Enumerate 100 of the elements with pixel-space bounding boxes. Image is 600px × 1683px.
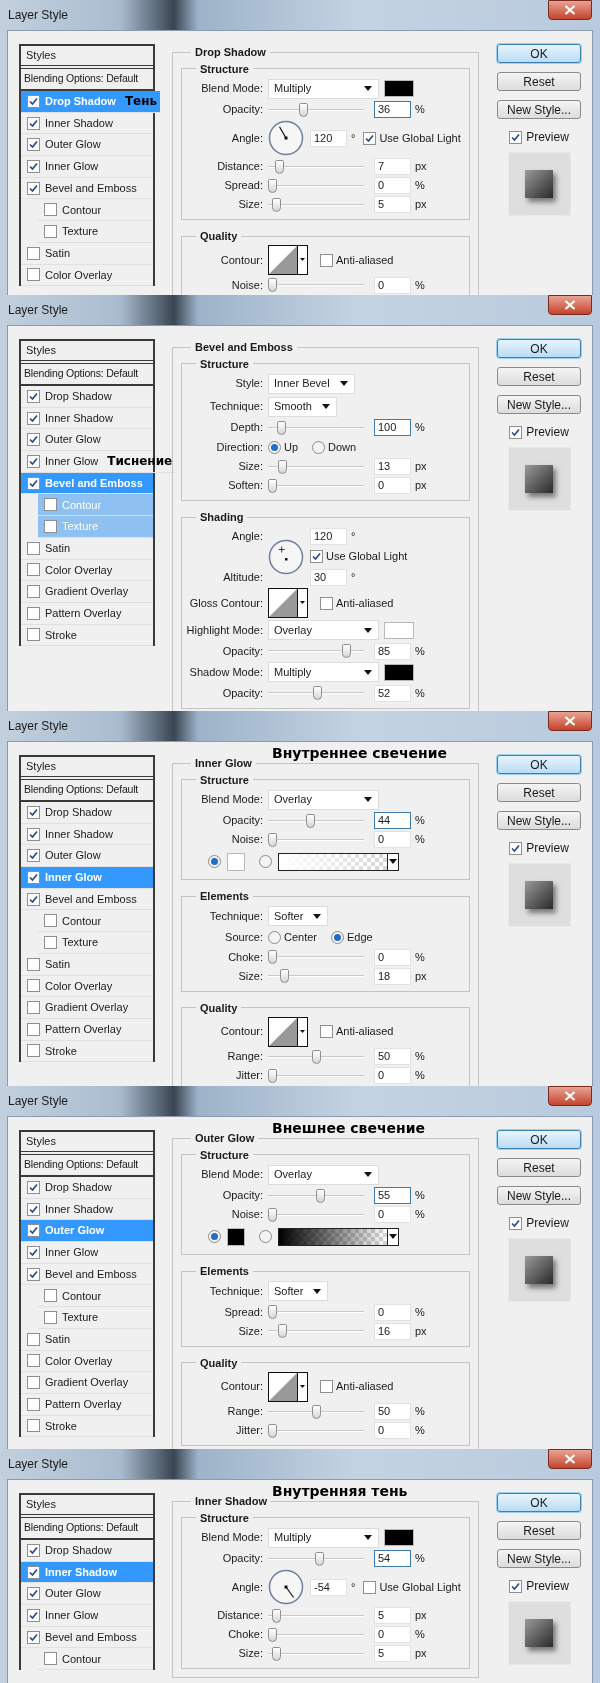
- contour-picker[interactable]: [268, 588, 308, 618]
- checkbox[interactable]: [27, 389, 40, 403]
- list-item[interactable]: Inner Shadow: [21, 407, 153, 430]
- dropdown[interactable]: Multiply: [268, 78, 379, 99]
- number-field[interactable]: 50: [374, 1403, 411, 1420]
- list-item[interactable]: Gradient Overlay: [21, 997, 153, 1019]
- angle-dial[interactable]: [268, 120, 304, 156]
- dropdown[interactable]: Overlay: [268, 1164, 379, 1185]
- list-item[interactable]: Outer Glow: [21, 1583, 153, 1606]
- dropdown[interactable]: Overlay: [268, 789, 379, 810]
- slider-thumb[interactable]: [341, 644, 351, 658]
- list-item[interactable]: Drop Shadow: [21, 1177, 153, 1199]
- slider-thumb[interactable]: [272, 1646, 282, 1661]
- slider[interactable]: [268, 813, 364, 828]
- slider[interactable]: [268, 1423, 364, 1438]
- checkbox[interactable]: [27, 1001, 40, 1015]
- slider-thumb[interactable]: [306, 813, 316, 828]
- dropdown[interactable]: Smooth: [268, 396, 337, 417]
- number-field[interactable]: 5: [374, 1645, 411, 1662]
- number-field[interactable]: 13: [374, 458, 411, 475]
- dialog-button[interactable]: OK: [497, 339, 581, 358]
- dropdown[interactable]: Inner Bevel: [268, 373, 355, 394]
- list-item[interactable]: Drop Shadow: [21, 386, 153, 408]
- checkbox[interactable]: [27, 1376, 40, 1390]
- checkbox[interactable]: [27, 1332, 40, 1346]
- checkbox[interactable]: [27, 1630, 40, 1644]
- list-item[interactable]: Texture: [38, 1307, 153, 1329]
- slider[interactable]: [268, 1188, 364, 1203]
- list-item[interactable]: Drop Shadow Тень: [21, 91, 161, 113]
- number-field[interactable]: 100: [374, 419, 411, 436]
- checkbox[interactable]: [27, 1543, 40, 1557]
- dialog-button[interactable]: New Style...: [497, 395, 581, 414]
- list-item[interactable]: Bevel and Emboss: [21, 177, 153, 200]
- checkbox[interactable]: [27, 1245, 40, 1259]
- checkbox[interactable]: [44, 224, 57, 238]
- close-button[interactable]: [548, 295, 592, 315]
- list-item[interactable]: Contour: [38, 1285, 153, 1308]
- checkbox[interactable]: [27, 870, 40, 884]
- checkbox[interactable]: [27, 454, 40, 468]
- radio-button[interactable]: [208, 1230, 221, 1243]
- radio-button[interactable]: [268, 931, 281, 944]
- dialog-button[interactable]: New Style...: [497, 811, 581, 830]
- dialog-button[interactable]: Reset: [497, 783, 581, 802]
- color-swatch[interactable]: [227, 852, 245, 871]
- slider[interactable]: [268, 102, 364, 117]
- slider-thumb[interactable]: [314, 1551, 324, 1566]
- angle-dial[interactable]: [268, 1569, 304, 1605]
- checkbox[interactable]: [27, 116, 40, 130]
- radio-button[interactable]: [259, 855, 272, 868]
- slider[interactable]: [268, 1049, 364, 1064]
- list-item[interactable]: Inner Glow: [21, 1605, 153, 1627]
- checkbox[interactable]: [27, 159, 40, 173]
- dropdown[interactable]: Softer: [268, 906, 329, 926]
- dialog-button[interactable]: Reset: [497, 1521, 581, 1540]
- number-field[interactable]: 50: [374, 1048, 411, 1065]
- list-item[interactable]: Satin: [21, 953, 153, 976]
- dropdown[interactable]: Softer: [268, 1281, 329, 1301]
- checkbox[interactable]: [27, 94, 40, 108]
- checkbox[interactable]: [27, 1267, 40, 1281]
- slider[interactable]: [268, 832, 364, 847]
- radio-button[interactable]: [208, 855, 221, 868]
- slider-thumb[interactable]: [268, 278, 277, 292]
- slider-thumb[interactable]: [268, 178, 277, 193]
- checkbox[interactable]: [44, 1289, 57, 1303]
- checkbox[interactable]: [27, 1202, 40, 1216]
- list-item[interactable]: Pattern Overlay: [21, 1393, 153, 1416]
- slider-thumb[interactable]: [268, 1068, 277, 1083]
- number-field[interactable]: 54: [374, 1550, 411, 1567]
- close-button[interactable]: [548, 0, 592, 20]
- list-item[interactable]: Inner Shadow: [21, 823, 153, 846]
- number-field[interactable]: 0: [374, 276, 411, 294]
- checkbox[interactable]: [27, 979, 40, 993]
- checkbox[interactable]: [27, 585, 40, 599]
- slider-thumb[interactable]: [278, 459, 288, 474]
- checkbox[interactable]: [27, 1565, 40, 1579]
- slider-thumb[interactable]: [268, 1305, 277, 1319]
- slider[interactable]: [268, 950, 364, 964]
- slider[interactable]: [268, 1404, 364, 1419]
- number-field[interactable]: 5: [374, 196, 411, 213]
- slider-thumb[interactable]: [278, 1324, 288, 1338]
- checkbox[interactable]: [509, 1579, 523, 1593]
- number-field[interactable]: 5: [374, 1607, 411, 1624]
- list-item[interactable]: Gradient Overlay: [21, 1372, 153, 1394]
- list-item[interactable]: Stroke: [21, 624, 153, 647]
- number-field[interactable]: 30: [310, 568, 347, 586]
- angle-dial[interactable]: [268, 538, 304, 575]
- slider-thumb[interactable]: [315, 1188, 325, 1203]
- checkbox[interactable]: [27, 1587, 40, 1601]
- slider-thumb[interactable]: [268, 1627, 277, 1642]
- checkbox[interactable]: [320, 1025, 333, 1038]
- list-item[interactable]: Color Overlay: [21, 559, 153, 582]
- slider-thumb[interactable]: [313, 686, 323, 700]
- slider[interactable]: [268, 459, 364, 474]
- checkbox[interactable]: [27, 1224, 40, 1238]
- radio-button[interactable]: [312, 440, 326, 454]
- list-item[interactable]: Color Overlay: [21, 975, 153, 998]
- checkbox[interactable]: [320, 1380, 333, 1393]
- list-item[interactable]: Blending Options: Default: [21, 1518, 153, 1540]
- checkbox[interactable]: [27, 476, 40, 490]
- number-field[interactable]: 120: [310, 527, 347, 545]
